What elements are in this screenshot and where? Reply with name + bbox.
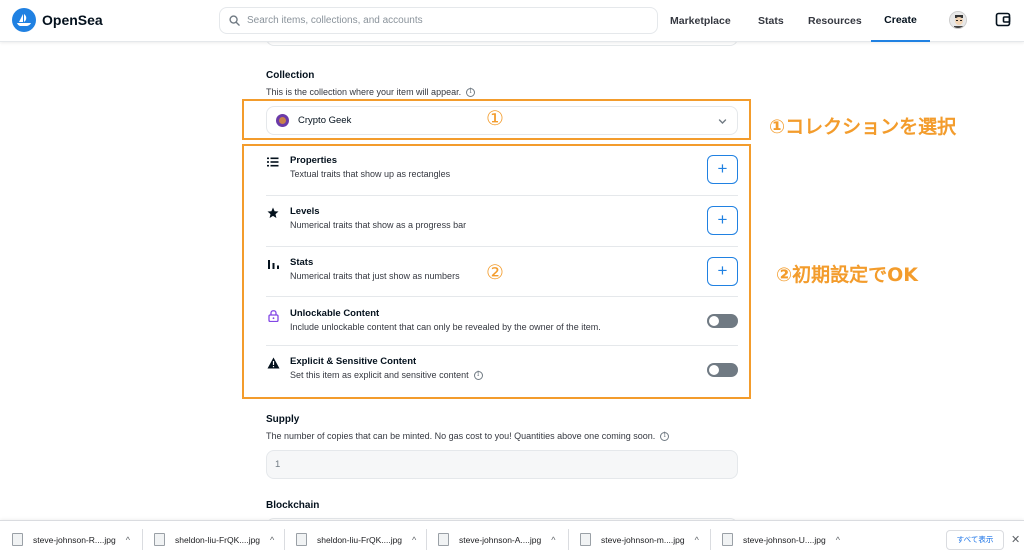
chevron-up-icon[interactable]: ^ (695, 535, 699, 545)
opensea-logo-icon (12, 8, 36, 32)
download-filename: steve-johnson-R....jpg (33, 534, 116, 545)
info-icon[interactable] (660, 431, 670, 441)
image-file-icon (296, 533, 307, 546)
supply-subtitle-text: The number of copies that can be minted.… (266, 431, 656, 441)
chevron-up-icon[interactable]: ^ (270, 535, 274, 545)
search-icon (229, 15, 240, 26)
divider (568, 529, 569, 550)
download-item[interactable]: steve-johnson-A....jpg ^ (438, 521, 555, 557)
download-item[interactable]: steve-johnson-R....jpg ^ (12, 521, 130, 557)
download-item[interactable]: steve-johnson-m....jpg ^ (580, 521, 699, 557)
annotation-label-two: ②初期設定でOK (776, 264, 918, 286)
chevron-up-icon[interactable]: ^ (412, 535, 416, 545)
blockchain-title: Blockchain (266, 500, 320, 511)
search-input[interactable] (247, 15, 627, 26)
close-icon[interactable]: ✕ (1011, 533, 1020, 546)
download-item[interactable]: steve-johnson-U....jpg ^ (722, 521, 840, 557)
annotation-label-one: ①コレクションを選択 (769, 116, 957, 138)
nav-stats[interactable]: Stats (758, 0, 784, 42)
image-file-icon (438, 533, 449, 546)
download-bar: steve-johnson-R....jpg ^ sheldon-liu-FrQ… (0, 520, 1024, 557)
divider (426, 529, 427, 550)
nav-resources[interactable]: Resources (808, 0, 862, 42)
chevron-up-icon[interactable]: ^ (126, 535, 130, 545)
divider (142, 529, 143, 550)
supply-title: Supply (266, 414, 300, 425)
profile-avatar-button[interactable] (949, 11, 967, 29)
nav-create[interactable]: Create (871, 0, 930, 42)
collection-subtitle-text: This is the collection where your item w… (266, 87, 462, 97)
image-file-icon (12, 533, 23, 546)
wallet-icon (995, 12, 1011, 27)
download-filename: steve-johnson-U....jpg (743, 534, 826, 545)
download-filename: steve-johnson-m....jpg (601, 534, 685, 545)
image-file-icon (580, 533, 591, 546)
download-filename: steve-johnson-A....jpg (459, 534, 542, 545)
info-icon[interactable] (466, 87, 476, 97)
image-file-icon (722, 533, 733, 546)
download-item[interactable]: sheldon-liu-FrQK....jpg ^ (296, 521, 416, 557)
collection-subtitle: This is the collection where your item w… (266, 87, 476, 97)
chevron-up-icon[interactable]: ^ (836, 535, 840, 545)
download-filename: sheldon-liu-FrQK....jpg (317, 534, 403, 545)
avatar-icon (950, 12, 966, 28)
show-all-downloads-button[interactable]: すべて表示 (946, 530, 1004, 550)
image-file-icon (154, 533, 165, 546)
search-bar[interactable] (219, 7, 658, 34)
download-item[interactable]: sheldon-liu-FrQK....jpg ^ (154, 521, 274, 557)
supply-input[interactable] (266, 450, 738, 479)
supply-subtitle: The number of copies that can be minted.… (266, 431, 670, 441)
download-filename: sheldon-liu-FrQK....jpg (175, 534, 261, 545)
annotation-number-one: ① (486, 106, 504, 130)
divider (284, 529, 285, 550)
collection-title: Collection (266, 70, 315, 81)
logo-text: OpenSea (42, 12, 103, 28)
top-navigation-bar: OpenSea Marketplace Stats Resources Crea… (0, 0, 1024, 42)
divider (710, 529, 711, 550)
opensea-logo-link[interactable]: OpenSea (12, 8, 103, 32)
chevron-up-icon[interactable]: ^ (551, 535, 555, 545)
annotation-number-two: ② (486, 260, 504, 284)
wallet-button[interactable] (995, 12, 1011, 32)
nav-marketplace[interactable]: Marketplace (670, 0, 731, 42)
